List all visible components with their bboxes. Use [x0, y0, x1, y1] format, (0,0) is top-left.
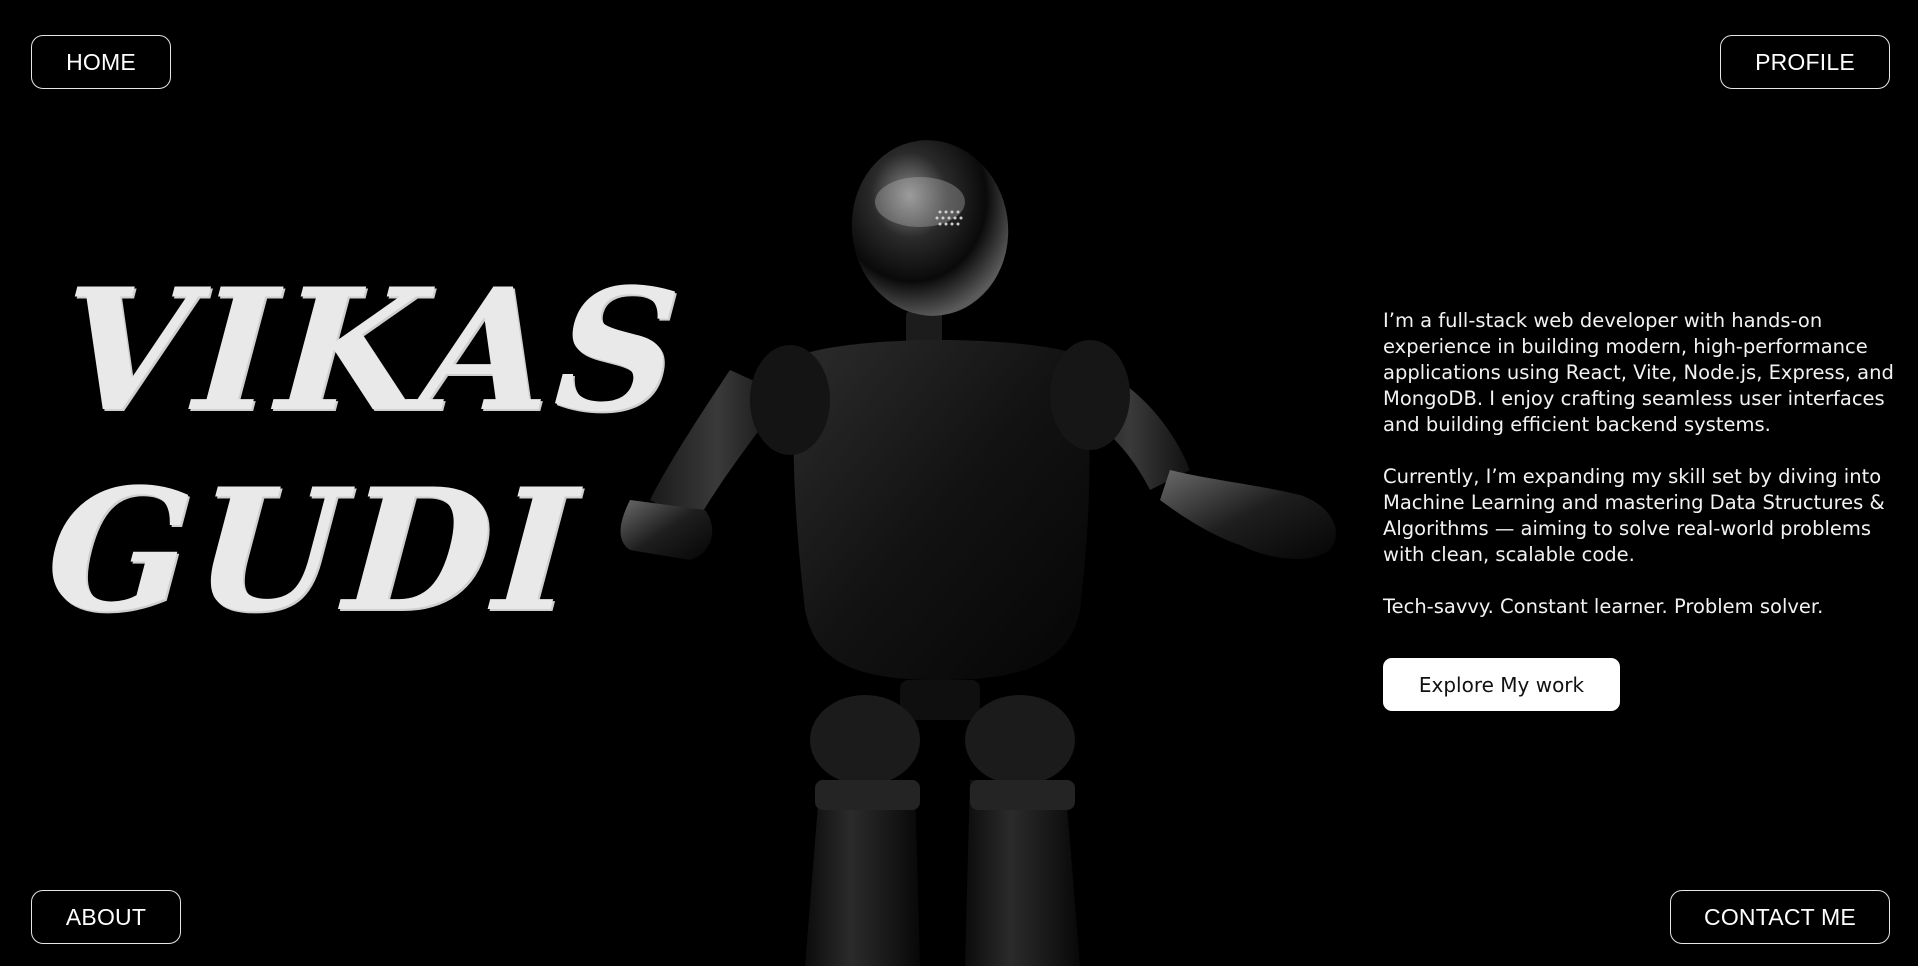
- robot-right-hip: [965, 695, 1075, 785]
- hero-name-last: GUDI: [41, 451, 586, 649]
- robot-waist: [900, 680, 980, 720]
- bio-section: I’m a full-stack web developer with hand…: [1383, 308, 1903, 646]
- robot-graphic: [620, 140, 1336, 966]
- home-nav-button[interactable]: HOME: [31, 35, 171, 89]
- hero-name-title: VIKAS GUDI: [41, 250, 689, 650]
- bio-tagline: Tech-savvy. Constant learner. Problem so…: [1383, 595, 1824, 618]
- robot-head-highlight: [875, 177, 965, 227]
- robot-left-knee: [815, 780, 920, 810]
- profile-nav-button[interactable]: PROFILE: [1720, 35, 1890, 89]
- robot-head: [851, 140, 1009, 316]
- explore-work-button[interactable]: Explore My work: [1383, 658, 1620, 711]
- contact-nav-button[interactable]: CONTACT ME: [1670, 890, 1890, 944]
- about-nav-button[interactable]: ABOUT: [31, 890, 181, 944]
- robot-illustration: [610, 140, 1360, 966]
- bio-paragraph-intro: I’m a full-stack web developer with hand…: [1383, 309, 1894, 436]
- robot-right-shoulder: [1050, 340, 1130, 450]
- bio-paragraph-current: Currently, I’m expanding my skill set by…: [1383, 465, 1885, 566]
- robot-left-hip: [810, 695, 920, 785]
- hero-name-first: VIKAS: [55, 251, 689, 449]
- robot-right-hand: [1160, 470, 1336, 560]
- robot-left-shoulder: [750, 345, 830, 455]
- robot-torso: [793, 340, 1090, 680]
- robot-right-knee: [970, 780, 1075, 810]
